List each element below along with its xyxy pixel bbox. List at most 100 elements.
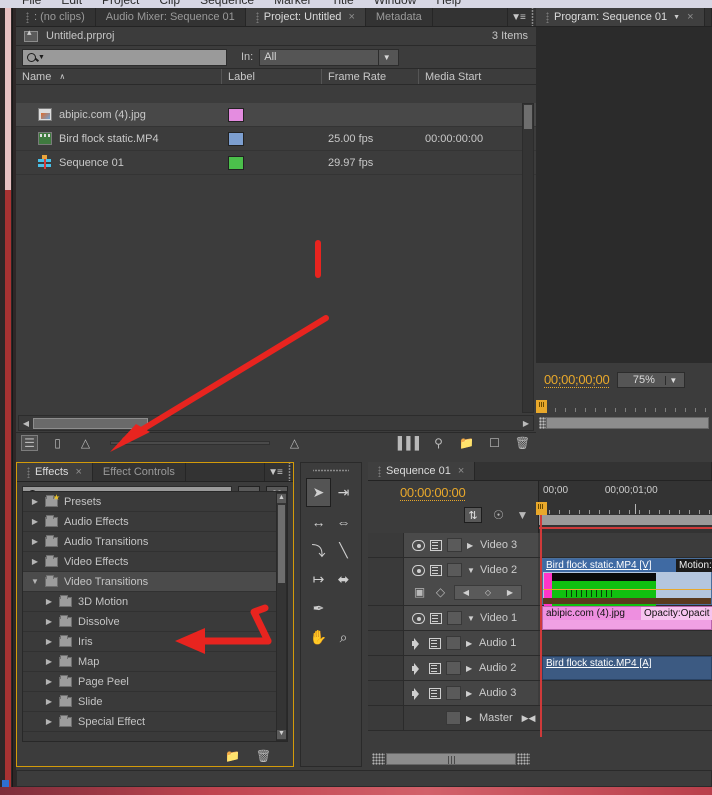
- project-search-input[interactable]: ▼: [22, 48, 227, 66]
- chevron-down-icon[interactable]: ▼: [467, 566, 475, 575]
- tree-item-presets[interactable]: ▶ Presets: [23, 492, 287, 512]
- close-icon[interactable]: ×: [458, 465, 464, 477]
- close-icon[interactable]: ×: [687, 11, 693, 23]
- zoom-out-icon[interactable]: △: [78, 436, 93, 450]
- zoom-in-icon[interactable]: △: [287, 436, 302, 450]
- menu-window[interactable]: Window: [374, 0, 417, 7]
- tools-drag-grip-icon[interactable]: [313, 466, 349, 475]
- tree-item-special-effect[interactable]: ▶ Special Effect: [23, 712, 287, 732]
- toggle-track-output-icon[interactable]: [412, 539, 425, 551]
- tab-audio-mixer[interactable]: Audio Mixer: Sequence 01: [95, 8, 246, 26]
- program-zoom-scrollbar[interactable]: [536, 415, 712, 431]
- track-content[interactable]: Bird flock static.MP4 [A]: [538, 656, 712, 680]
- project-filter-select[interactable]: All ▼: [259, 48, 400, 66]
- tree-item-iris[interactable]: ▶ Iris: [23, 632, 287, 652]
- panel-resize-grip[interactable]: [285, 463, 293, 481]
- scroll-rail-thumb[interactable]: [5, 190, 11, 795]
- zoom-tool[interactable]: ⌕: [332, 624, 355, 651]
- panel-resize-grip[interactable]: [528, 8, 536, 26]
- menu-project[interactable]: Project: [102, 0, 139, 7]
- clip-keyframe-line[interactable]: [543, 589, 711, 590]
- track-sync-box[interactable]: [447, 563, 462, 577]
- pen-tool[interactable]: ✒: [307, 595, 330, 622]
- chevron-right-icon[interactable]: ▶: [45, 617, 53, 626]
- menu-edit[interactable]: Edit: [61, 0, 82, 7]
- list-view-icon[interactable]: ☰: [21, 435, 38, 451]
- track-select-tool[interactable]: ⇥: [332, 479, 355, 506]
- chevron-right-icon[interactable]: ▶: [45, 657, 53, 666]
- track-header[interactable]: ▶ Audio 1: [404, 631, 538, 655]
- slip-tool[interactable]: ↦: [307, 566, 330, 593]
- delete-icon[interactable]: 🗑: [515, 436, 530, 450]
- new-item-icon[interactable]: ☐: [487, 436, 502, 450]
- chevron-right-icon[interactable]: ▶: [467, 541, 475, 550]
- scroll-up-icon[interactable]: ▲: [277, 494, 286, 503]
- tree-item-audio-transitions[interactable]: ▶ Audio Transitions: [23, 532, 287, 552]
- chevron-down-icon[interactable]: ▼: [665, 375, 680, 385]
- add-keyframe-icon[interactable]: ◇: [485, 588, 491, 597]
- program-timecode[interactable]: 00;00;00;00: [544, 372, 610, 388]
- next-keyframe-icon[interactable]: ▶: [507, 588, 513, 597]
- tab-project-untitled[interactable]: Project: Untitled ×: [245, 8, 366, 26]
- tab-effects[interactable]: Effects ×: [17, 463, 93, 481]
- scrollbar-thumb[interactable]: [524, 105, 532, 129]
- scrollbar-thumb[interactable]: [386, 752, 516, 765]
- timeline-playhead-icon[interactable]: [536, 502, 547, 515]
- project-horizontal-scrollbar[interactable]: ◀ ▶: [18, 415, 534, 431]
- clip-bird-flock-audio[interactable]: Bird flock static.MP4 [A]: [542, 656, 712, 680]
- track-content[interactable]: [538, 533, 712, 557]
- track-sync-box[interactable]: [447, 611, 462, 625]
- column-label[interactable]: Label: [222, 69, 322, 84]
- chevron-down-icon[interactable]: ▼: [673, 14, 680, 21]
- tree-item-slide[interactable]: ▶ Slide: [23, 692, 287, 712]
- track-content[interactable]: abipic.com (4).jpg Opacity:Opacit: [538, 606, 712, 630]
- close-icon[interactable]: ×: [75, 466, 81, 478]
- toggle-track-lock-icon[interactable]: [429, 662, 441, 674]
- tab-source-no-clips[interactable]: : (no clips): [16, 8, 96, 26]
- tree-item-audio-effects[interactable]: ▶ Audio Effects: [23, 512, 287, 532]
- scrollbar-thumb[interactable]: [546, 417, 709, 429]
- tab-effect-controls[interactable]: Effect Controls: [92, 463, 186, 481]
- effects-tree[interactable]: ▶ Presets ▶ Audio Effects ▶ Audio Transi…: [22, 491, 288, 742]
- toggle-track-lock-icon[interactable]: [430, 539, 442, 551]
- panel-menu-icon[interactable]: ▼≡: [265, 463, 285, 481]
- column-media-start[interactable]: Media Start: [419, 69, 536, 84]
- close-icon[interactable]: ×: [348, 11, 354, 23]
- chevron-right-icon[interactable]: ▶: [466, 714, 474, 723]
- toggle-track-mute-icon[interactable]: [412, 687, 424, 700]
- chevron-right-icon[interactable]: ▶: [45, 677, 53, 686]
- chevron-right-icon[interactable]: ▶: [45, 637, 53, 646]
- track-header[interactable]: ▶ Video 3: [404, 533, 538, 557]
- menu-bar[interactable]: File Edit Project Clip Sequence Marker Title Wi…: [0, 0, 712, 8]
- program-time-ruler[interactable]: [536, 399, 712, 413]
- scroll-down-icon[interactable]: ▼: [277, 730, 286, 739]
- keyframe-navigator[interactable]: ◀ ◇ ▶: [454, 584, 522, 600]
- column-name[interactable]: Name ∧: [16, 69, 222, 84]
- scroll-handle-left[interactable]: [372, 752, 385, 765]
- item-label-cell[interactable]: [222, 103, 322, 126]
- chevron-right-icon[interactable]: ▶: [31, 557, 39, 566]
- toggle-track-mute-icon[interactable]: [412, 662, 424, 675]
- item-label-cell[interactable]: [222, 151, 322, 174]
- menu-clip[interactable]: Clip: [159, 0, 180, 7]
- chevron-right-icon[interactable]: ▶: [466, 689, 474, 698]
- chevron-down-icon[interactable]: ▼: [38, 54, 45, 61]
- rate-stretch-tool[interactable]: ⤵: [307, 537, 330, 564]
- thumbnail-zoom-slider[interactable]: [110, 441, 270, 445]
- track-sync-box[interactable]: [446, 711, 461, 725]
- chevron-right-icon[interactable]: ▶: [466, 664, 474, 673]
- parent-bin-icon[interactable]: [24, 27, 38, 42]
- scroll-handle-right[interactable]: [517, 752, 530, 765]
- rolling-edit-tool[interactable]: ⇔: [332, 508, 355, 535]
- tree-item-map[interactable]: ▶ Map: [23, 652, 287, 672]
- tree-item-dissolve[interactable]: ▶ Dissolve: [23, 612, 287, 632]
- timeline-horizontal-scrollbar[interactable]: [368, 750, 712, 767]
- icon-view-icon[interactable]: ▯: [50, 436, 65, 450]
- chevron-right-icon[interactable]: ▶: [45, 717, 53, 726]
- program-playhead-icon[interactable]: [536, 400, 547, 413]
- effects-vertical-scrollbar[interactable]: ▲ ▼: [276, 492, 287, 741]
- program-video-area[interactable]: [536, 27, 712, 363]
- collapse-track-icon[interactable]: ▣: [412, 585, 427, 599]
- timeline-timecode[interactable]: 00:00:00:00: [400, 485, 466, 501]
- selection-tool[interactable]: ➤: [306, 478, 331, 507]
